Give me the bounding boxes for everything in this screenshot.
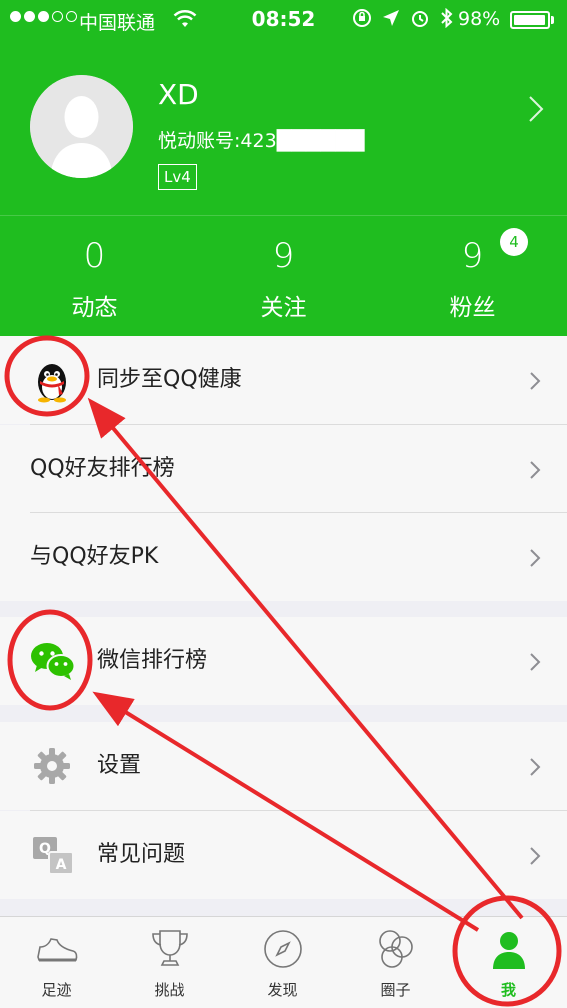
person-silhouette-icon: [30, 75, 133, 178]
tab-circles[interactable]: 圈子: [339, 917, 452, 1008]
qq-friends-pk-label: 与QQ好友PK: [30, 544, 159, 569]
stat-following-value: 9: [272, 236, 295, 276]
battery-level: [514, 15, 545, 25]
qa-icon: Q A: [33, 837, 74, 875]
stat-posts-label: 动态: [71, 295, 118, 321]
battery-icon: [510, 11, 550, 29]
qq-friends-ranking-label: QQ好友排行榜: [30, 456, 175, 481]
tab-footprints[interactable]: 足迹: [0, 917, 113, 1008]
sneaker-icon: [37, 938, 78, 962]
alarm-icon: [412, 11, 428, 27]
stats-bar: 0 动态 9 关注 9 粉丝: [0, 215, 567, 336]
new-followers-badge: 4: [500, 228, 528, 256]
account-id: 悦动账号:423██████: [158, 130, 365, 152]
svg-text:A: A: [56, 857, 67, 873]
chevron-right-icon[interactable]: [528, 95, 544, 123]
status-bar: 中国联通 08:52 98%: [0, 0, 567, 40]
rings-icon: [379, 930, 413, 968]
battery-percent: 98%: [458, 8, 501, 30]
stat-posts-value: 0: [83, 236, 106, 276]
stat-posts[interactable]: 0 动态: [0, 216, 189, 337]
tab-discover-label: 发现: [267, 981, 298, 999]
qq-friends-pk-row[interactable]: 与QQ好友PK: [0, 513, 567, 601]
avatar[interactable]: [30, 75, 133, 178]
sync-qq-health-row[interactable]: 同步至QQ健康: [0, 336, 567, 424]
tab-circles-label: 圈子: [380, 981, 411, 999]
wechat-icon: [31, 643, 76, 680]
qq-friends-ranking-row[interactable]: QQ好友排行榜: [0, 425, 567, 513]
person-icon: [493, 932, 525, 969]
qq-penguin-icon: [38, 364, 66, 403]
wechat-ranking-row[interactable]: 微信排行榜: [0, 617, 567, 705]
tab-footprints-label: 足迹: [41, 981, 72, 999]
chevron-right-icon: [530, 461, 541, 479]
profile-header[interactable]: XD 悦动账号:423██████ Lv4: [0, 40, 567, 215]
trophy-icon: [152, 930, 188, 966]
sync-qq-health-label: 同步至QQ健康: [97, 367, 242, 392]
settings-label: 设置: [97, 753, 142, 778]
stat-followers-value: 9: [461, 236, 484, 276]
tab-challenge-label: 挑战: [154, 981, 185, 999]
username: XD: [158, 78, 199, 111]
stat-following-label: 关注: [260, 295, 307, 321]
faq-label: 常见问题: [97, 842, 186, 867]
tab-me-label: 我: [500, 981, 516, 999]
chevron-right-icon: [530, 549, 541, 567]
location-arrow-icon: [383, 10, 399, 26]
faq-row[interactable]: Q A 常见问题: [0, 811, 567, 899]
stat-following[interactable]: 9 关注: [189, 216, 378, 337]
tab-bar: 足迹 挑战 发现 圈子 我: [0, 916, 567, 1008]
chevron-right-icon: [530, 847, 541, 865]
bluetooth-icon: [441, 8, 453, 28]
chevron-right-icon: [530, 372, 541, 390]
tab-challenge[interactable]: 挑战: [113, 917, 226, 1008]
level-badge: Lv4: [158, 164, 197, 190]
rotation-lock-icon: [353, 9, 371, 27]
tab-discover[interactable]: 发现: [226, 917, 339, 1008]
chevron-right-icon: [530, 758, 541, 776]
compass-icon: [264, 930, 302, 968]
stat-followers[interactable]: 9 粉丝: [378, 216, 567, 337]
gear-icon: [34, 748, 70, 784]
wechat-ranking-label: 微信排行榜: [97, 648, 208, 673]
chevron-right-icon: [530, 653, 541, 671]
settings-row[interactable]: 设置: [0, 722, 567, 810]
stat-followers-label: 粉丝: [449, 295, 496, 321]
tab-me[interactable]: 我: [452, 917, 565, 1008]
